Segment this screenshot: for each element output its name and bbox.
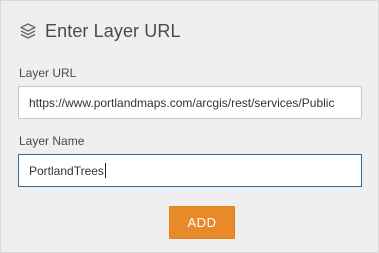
layer-url-label: Layer URL — [19, 66, 77, 80]
text-caret — [104, 163, 106, 178]
layer-name-value: PortlandTrees — [29, 163, 104, 178]
layer-name-label: Layer Name — [19, 134, 85, 148]
layers-icon — [19, 22, 37, 40]
enter-layer-url-panel: Enter Layer URL Layer URL https://www.po… — [0, 0, 379, 253]
layer-name-input[interactable]: PortlandTrees — [18, 154, 362, 187]
panel-header: Enter Layer URL — [19, 20, 181, 42]
layer-url-input[interactable]: https://www.portlandmaps.com/arcgis/rest… — [18, 86, 362, 119]
layer-url-value: https://www.portlandmaps.com/arcgis/rest… — [29, 95, 335, 110]
add-button[interactable]: ADD — [169, 206, 235, 239]
panel-title: Enter Layer URL — [45, 20, 181, 41]
